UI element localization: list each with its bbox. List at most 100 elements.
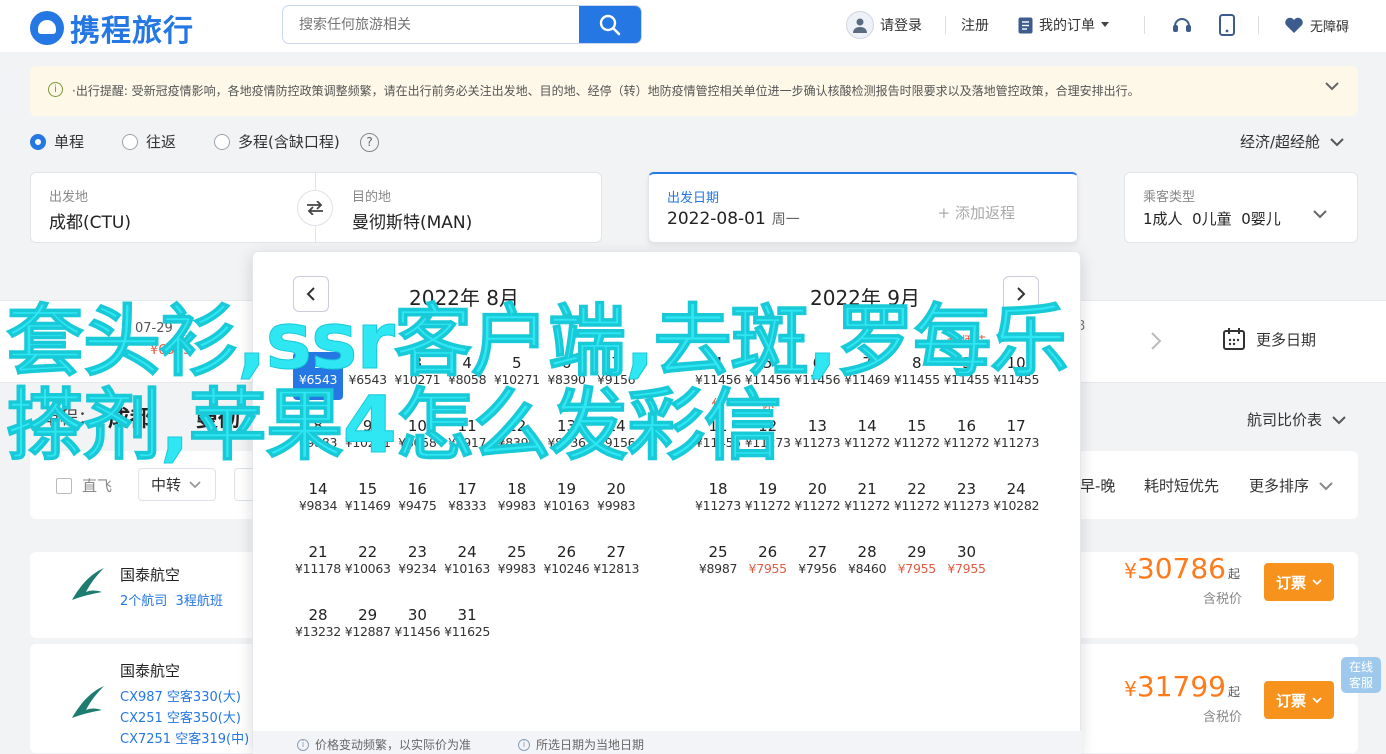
my-orders-menu[interactable]: 我的订单 <box>1018 10 1109 40</box>
calendar-day[interactable]: 教师节 9 ¥11455 <box>942 335 992 400</box>
calendar-day[interactable]: 19 ¥10163 <box>542 478 592 526</box>
more-sort-dropdown[interactable]: 更多排序 <box>1249 475 1333 496</box>
passenger-type-field[interactable]: 乘客类型 1成人 0儿童 0婴儿 <box>1124 172 1358 243</box>
calendar-day[interactable]: 29 ¥12887 <box>343 604 393 652</box>
day-price: ¥11272 <box>844 435 891 450</box>
calendar-day[interactable]: 12 ¥8390 <box>492 415 542 463</box>
calendar-day[interactable]: 17 ¥11273 <box>991 415 1041 463</box>
calendar-day[interactable]: 6 ¥11456 <box>792 352 842 400</box>
trip-type-round-trip[interactable]: 往返 <box>122 131 176 152</box>
calendar-day[interactable]: 22 ¥10063 <box>343 541 393 589</box>
calendar-day[interactable]: 休 11 ¥11455 <box>693 398 743 463</box>
book-button[interactable]: 订票 <box>1264 681 1334 719</box>
calendar-day[interactable]: 9 ¥10271 <box>343 415 393 463</box>
expand-chevron-icon[interactable] <box>1324 78 1340 98</box>
sort-early-late[interactable]: 早-晚 <box>1080 475 1115 496</box>
calendar-day[interactable]: 17 ¥8333 <box>442 478 492 526</box>
trip-type-one-way[interactable]: 单程 <box>30 131 84 152</box>
calendar-day[interactable]: 8 ¥11455 <box>892 352 942 400</box>
calendar-day[interactable]: 28 ¥13232 <box>293 604 343 652</box>
calendar-day[interactable]: 16 ¥9475 <box>392 478 442 526</box>
calendar-day[interactable]: 18 ¥9983 <box>492 478 542 526</box>
calendar-day[interactable]: 10 ¥8058 <box>392 415 442 463</box>
calendar-day[interactable]: 14 ¥9156 <box>591 415 641 463</box>
calendar-day[interactable]: 1 ¥6543 <box>293 352 343 400</box>
calendar-day[interactable]: 4 ¥11456 <box>693 352 743 400</box>
calendar-day[interactable]: 28 ¥8460 <box>842 541 892 589</box>
next-month-button[interactable] <box>1003 276 1039 312</box>
transfer-filter[interactable]: 中转 <box>138 468 216 501</box>
search-input[interactable] <box>283 6 581 43</box>
flight-number-link[interactable]: CX7251 空客319(中) <box>120 728 249 747</box>
strip-date[interactable]: 07-29 <box>135 321 173 336</box>
calendar-day[interactable]: 25 ¥8987 <box>693 541 743 589</box>
calendar-day[interactable]: 5 ¥11456 <box>743 352 793 400</box>
calendar-day[interactable]: 23 ¥9234 <box>392 541 442 589</box>
register-link[interactable]: 注册 <box>961 10 989 40</box>
calendar-day[interactable]: 7 ¥9156 <box>591 352 641 400</box>
cabin-class-select[interactable]: 经济/超经舱 <box>1240 131 1344 152</box>
trip-type-multi[interactable]: 多程(含缺口程) <box>214 131 340 152</box>
accessibility-link[interactable]: 无障碍 <box>1284 10 1349 40</box>
login-link[interactable]: 请登录 <box>846 10 922 40</box>
customer-service-icon[interactable] <box>1169 12 1195 38</box>
search-button[interactable] <box>579 6 641 43</box>
destination-field[interactable]: 目的地 曼彻斯特(MAN) <box>316 172 602 243</box>
swap-cities-button[interactable] <box>297 190 333 226</box>
calendar-day[interactable]: 20 ¥11272 <box>792 478 842 526</box>
calendar-day[interactable]: 19 ¥11272 <box>743 478 793 526</box>
help-icon[interactable]: ? <box>360 133 379 152</box>
add-return-button[interactable]: + 添加返程 <box>938 202 1015 223</box>
calendar-day[interactable]: 8 ¥9883 <box>293 415 343 463</box>
calendar-day[interactable]: 30 ¥7955 <box>942 541 992 589</box>
calendar-day[interactable]: 31 ¥11625 <box>442 604 492 652</box>
calendar-day[interactable]: 11 ¥6917 <box>442 415 492 463</box>
calendar-day[interactable]: 14 ¥9834 <box>293 478 343 526</box>
calendar-day[interactable]: 24 ¥10163 <box>442 541 492 589</box>
flight-number-link[interactable]: CX251 空客350(大) <box>120 707 241 726</box>
departure-field[interactable]: 出发地 成都(CTU) <box>30 172 316 243</box>
airline-price-compare[interactable]: 航司比价表 <box>1247 409 1346 430</box>
direct-only-checkbox[interactable]: 直飞 <box>56 475 112 496</box>
calendar-day[interactable]: 5 ¥10271 <box>492 352 542 400</box>
calendar-day[interactable]: 24 ¥10282 <box>991 478 1041 526</box>
ctrip-logo[interactable]: 携程旅行 <box>30 6 194 50</box>
calendar-day[interactable]: 21 ¥11178 <box>293 541 343 589</box>
book-button[interactable]: 订票 <box>1264 563 1334 601</box>
online-service-button[interactable]: 在线 客服 <box>1341 657 1381 693</box>
calendar-day[interactable]: 14 ¥11272 <box>842 415 892 463</box>
calendar-day[interactable]: 26 ¥7955 <box>743 541 793 589</box>
calendar-day[interactable]: 2 ¥6543 <box>343 352 393 400</box>
calendar-day[interactable]: 4 ¥8058 <box>442 352 492 400</box>
calendar-day[interactable]: 13 ¥11273 <box>792 415 842 463</box>
next-dates-chevron-icon[interactable] <box>1150 331 1162 355</box>
calendar-day[interactable]: 29 ¥7955 <box>892 541 942 589</box>
calendar-day[interactable]: 21 ¥11272 <box>842 478 892 526</box>
calendar-day[interactable]: 15 ¥11272 <box>892 415 942 463</box>
calendar-day[interactable]: 22 ¥11272 <box>892 478 942 526</box>
calendar-day[interactable]: 27 ¥12813 <box>591 541 641 589</box>
calendar-day[interactable]: 20 ¥9983 <box>591 478 641 526</box>
calendar-day[interactable]: 15 ¥11469 <box>343 478 393 526</box>
prev-month-button[interactable] <box>293 276 329 312</box>
calendar-day[interactable]: 13 ¥8736 <box>542 415 592 463</box>
calendar-day[interactable]: 25 ¥9983 <box>492 541 542 589</box>
calendar-day[interactable]: 16 ¥11272 <box>942 415 992 463</box>
calendar-day[interactable]: 18 ¥11273 <box>693 478 743 526</box>
calendar-day[interactable]: 7 ¥11469 <box>842 352 892 400</box>
calendar-day[interactable]: 30 ¥11456 <box>392 604 442 652</box>
calendar-day[interactable]: 3 ¥10271 <box>392 352 442 400</box>
calendar-day[interactable]: 10 ¥11455 <box>991 352 1041 400</box>
calendar-day[interactable]: 27 ¥7956 <box>792 541 842 589</box>
cathay-airline-logo-icon <box>72 568 104 600</box>
sort-shortest[interactable]: 耗时短优先 <box>1144 475 1219 496</box>
calendar-day[interactable]: 6 ¥8390 <box>542 352 592 400</box>
calendar-day[interactable]: 26 ¥10246 <box>542 541 592 589</box>
mobile-app-icon[interactable] <box>1214 12 1240 38</box>
calendar-day[interactable]: 23 ¥11273 <box>942 478 992 526</box>
flight-detail-link[interactable]: 2个航司 3程航班 <box>120 590 223 609</box>
more-dates-button[interactable]: 更多日期 <box>1222 327 1316 351</box>
flight-number-link[interactable]: CX987 空客330(大) <box>120 686 241 705</box>
departure-date-field[interactable]: 出发日期 2022-08-01 周一 + 添加返程 <box>648 172 1078 243</box>
calendar-day[interactable]: 休 12 ¥11273 <box>743 398 793 463</box>
